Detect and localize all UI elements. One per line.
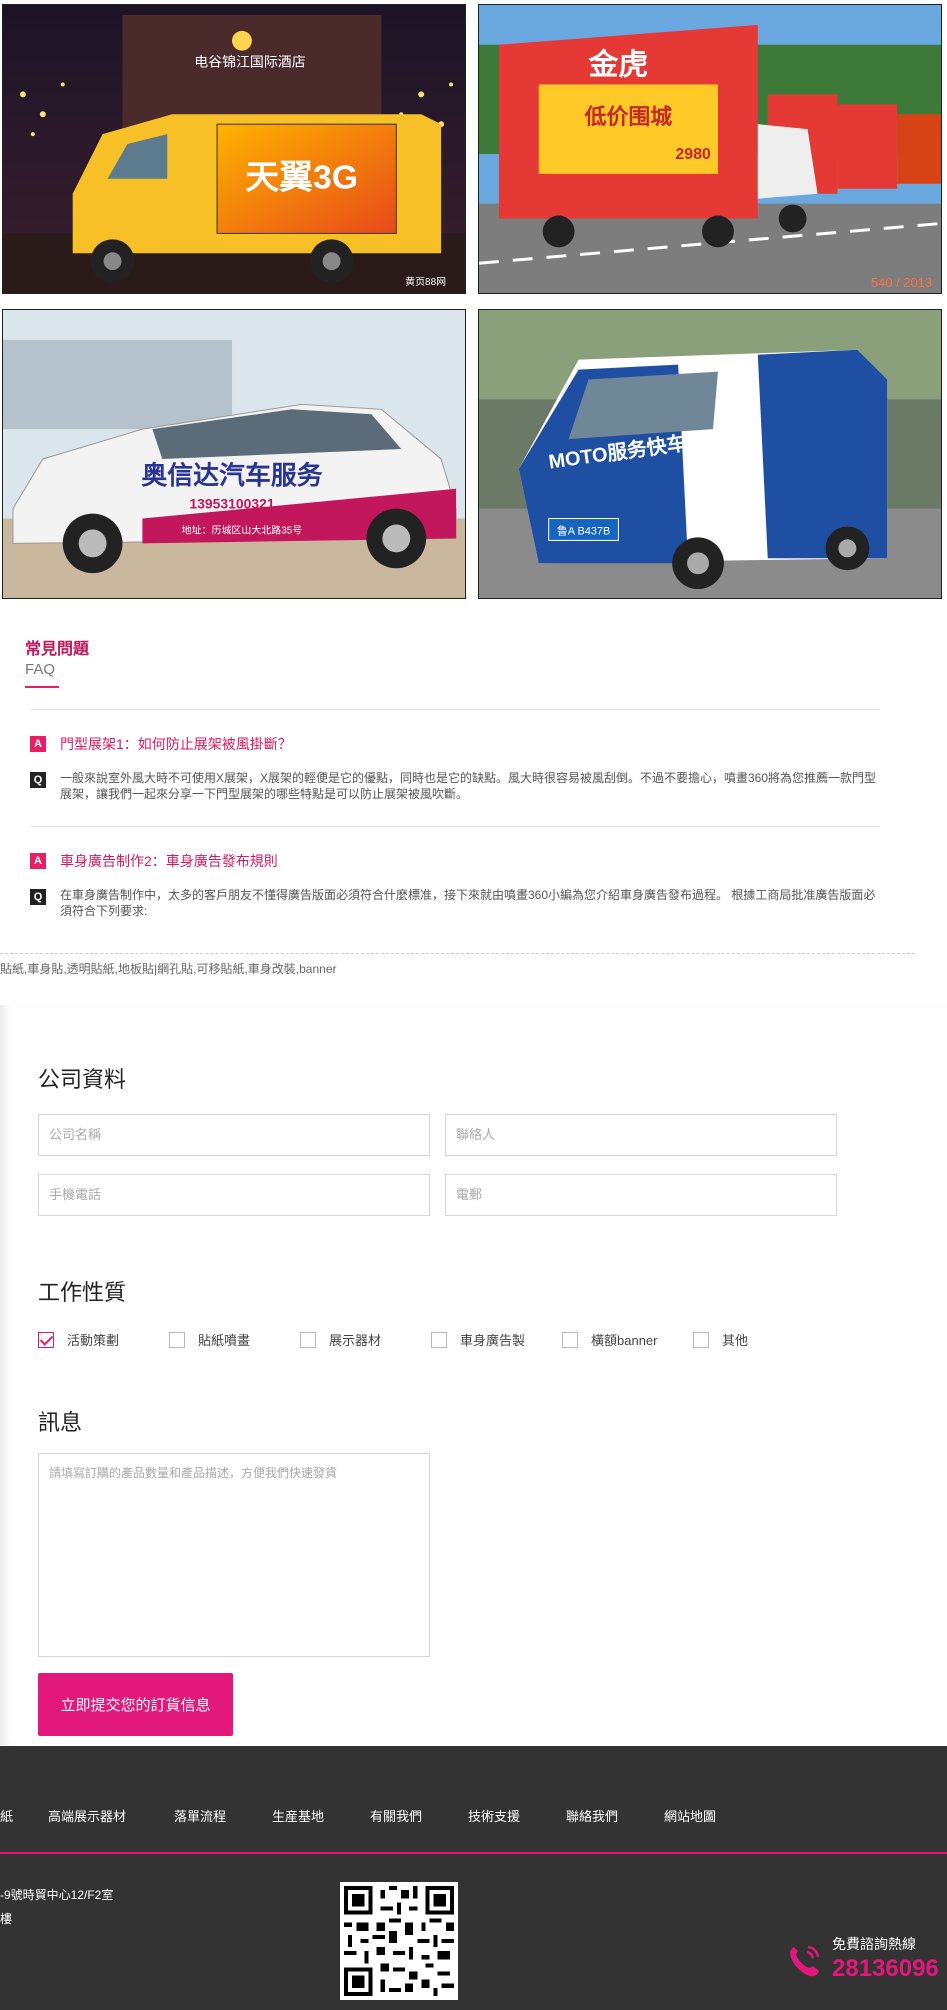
ad-text: 天翼3G (245, 159, 358, 197)
faq-item: A 門型展架1：如何防止展架被風掛斷？ Q 一般來說室外風大時不可使用X展架，X… (30, 734, 890, 802)
faq-subtitle: FAQ (25, 661, 56, 678)
blue-van-illustration: MOTO服务快车 鲁A B437B (479, 310, 941, 598)
faq-header: 常見問題 FAQ (25, 640, 89, 688)
photo-gallery: 电谷锦江国际酒店 天翼3G 黄页88网 金虎 低价围城 2980 540 / 2… (0, 0, 947, 600)
footer-nav-item[interactable]: 落單流程 (174, 1806, 226, 1825)
faq-answer-badge: Q (30, 889, 46, 905)
faq-answer-badge: Q (30, 772, 46, 788)
work-type-option[interactable]: 橫額banner (562, 1330, 693, 1349)
footer-nav-item[interactable]: 技術支援 (468, 1806, 520, 1825)
work-type-option[interactable]: 其他 (693, 1330, 824, 1349)
option-label: 車身廣告製 (460, 1333, 526, 1348)
photo-stamp: 540 / 2013 (871, 275, 932, 290)
checkbox[interactable] (562, 1331, 578, 1348)
hotline-number[interactable]: 28136096 (832, 1955, 939, 1983)
gallery-photo-3g-van[interactable]: 电谷锦江国际酒店 天翼3G 黄页88网 (2, 4, 466, 294)
hotline-label: 免費諮詢熱線 (832, 1936, 916, 1952)
watermark: 黄页88网 (405, 275, 446, 288)
truck-illustration: 金虎 低价围城 2980 540 / 2013 (479, 5, 941, 293)
footer-nav-item[interactable]: 網站地圖 (664, 1806, 716, 1825)
faq-title: 常見問題 (25, 641, 90, 658)
work-type-section-title: 工作性質 (38, 1280, 127, 1305)
checkbox[interactable] (693, 1331, 709, 1348)
checkbox[interactable] (169, 1331, 185, 1348)
faq-question-link[interactable]: 門型展架1：如何防止展架被風掛斷？ (60, 734, 292, 754)
phone-icon (790, 1945, 820, 1977)
faq-item: A 車身廣告制作2：車身廣告發布規則 Q 在車身廣告制作中，太多的客戶朋友不懂得… (30, 851, 890, 919)
submit-order-button[interactable]: 立即提交您的訂貨信息 (38, 1673, 233, 1736)
car-illustration: 奥信达汽车服务 13953100321 地址：历城区山大北路35号 (3, 310, 465, 598)
faq-answer: 在車身廣告制作中，太多的客戶朋友不懂得廣告版面必須符合什麼標准，接下來就由噴畫3… (60, 888, 876, 918)
checkbox[interactable] (300, 1331, 316, 1348)
company-section-title: 公司資料 (38, 1067, 127, 1092)
ad-promo: 低价围城 (584, 104, 673, 129)
gallery-photo-car-wrap[interactable]: 奥信达汽车服务 13953100321 地址：历城区山大北路35号 (2, 309, 466, 599)
option-label: 展示器材 (329, 1333, 382, 1348)
faq-question-link[interactable]: 車身廣告制作2：車身廣告發布規則 (60, 851, 278, 871)
tags-divider (0, 953, 915, 954)
footer-nav: 紙 高端展示器材 落單流程 生産基地 有關我們 技術支援 聯絡我們 網站地圖 (0, 1806, 947, 1826)
faq-answer: 一般來說室外風大時不可使用X展架，X展架的輕便是它的優點，同時也是它的缺點。風大… (60, 771, 877, 801)
message-textarea[interactable]: 請填寫訂購的產品數量和產品描述，方便我們快速發貨 (38, 1453, 430, 1657)
work-type-option[interactable]: 車身廣告製 (431, 1330, 562, 1349)
checkbox[interactable] (431, 1331, 447, 1348)
work-type-options: 活動策劃 貼紙噴畫 展示器材 車身廣告製 橫額banner 其他 (38, 1330, 824, 1349)
car-addr: 地址：历城区山大北路35号 (182, 523, 303, 536)
faq-divider (30, 709, 880, 710)
mobile-phone-input[interactable]: 手機電話 (38, 1174, 430, 1216)
gallery-photo-blue-van[interactable]: MOTO服务快车 鲁A B437B (478, 309, 942, 599)
hotel-sign: 电谷锦江国际酒店 (194, 54, 305, 70)
faq-underline (25, 686, 59, 688)
footer-address-line2: 樓 (0, 1912, 13, 1926)
footer-nav-item[interactable]: 紙 (0, 1806, 13, 1825)
van-illustration: 电谷锦江国际酒店 天翼3G 黄页88网 (3, 5, 465, 293)
contact-person-input[interactable]: 聯絡人 (445, 1114, 837, 1156)
site-footer: 紙 高端展示器材 落單流程 生産基地 有關我們 技術支援 聯絡我們 網站地圖 -… (0, 1746, 947, 2010)
message-section-title: 訊息 (38, 1410, 83, 1435)
car-phone: 13953100321 (189, 496, 274, 512)
faq-divider (30, 826, 880, 827)
option-label: 活動策劃 (67, 1333, 120, 1348)
email-input[interactable]: 電郵 (445, 1174, 837, 1216)
option-label: 橫額banner (591, 1333, 658, 1348)
gallery-photo-truck-fleet[interactable]: 金虎 低价围城 2980 540 / 2013 (478, 4, 942, 294)
qr-code-icon (340, 1882, 458, 2000)
work-type-option[interactable]: 活動策劃 (38, 1330, 169, 1349)
footer-nav-item[interactable]: 高端展示器材 (48, 1806, 126, 1825)
footer-nav-item[interactable]: 有關我們 (370, 1806, 422, 1825)
car-brand: 奥信达汽车服务 (141, 460, 322, 490)
company-name-input[interactable]: 公司名稱 (38, 1114, 430, 1156)
faq-question-badge: A (30, 853, 46, 869)
checkbox-checked[interactable] (38, 1331, 54, 1348)
tag-links[interactable]: 貼紙,車身貼,透明貼紙,地板貼|網孔貼,可移貼紙,車身改裝,banner (0, 960, 337, 977)
faq-question-badge: A (30, 736, 46, 752)
footer-nav-item[interactable]: 聯絡我們 (566, 1806, 618, 1825)
footer-address: -9號時貿中心12/F2室 (0, 1888, 114, 1902)
ad-price: 2980 (675, 146, 711, 163)
option-label: 貼紙噴畫 (198, 1333, 251, 1348)
option-label: 其他 (722, 1333, 749, 1348)
footer-accent-line (0, 1852, 947, 1854)
ad-brand: 金虎 (588, 48, 649, 82)
footer-nav-item[interactable]: 生産基地 (272, 1806, 324, 1825)
work-type-option[interactable]: 貼紙噴畫 (169, 1330, 300, 1349)
qr-code (340, 1882, 458, 2000)
work-type-option[interactable]: 展示器材 (300, 1330, 431, 1349)
van-plate: 鲁A B437B (557, 523, 611, 537)
